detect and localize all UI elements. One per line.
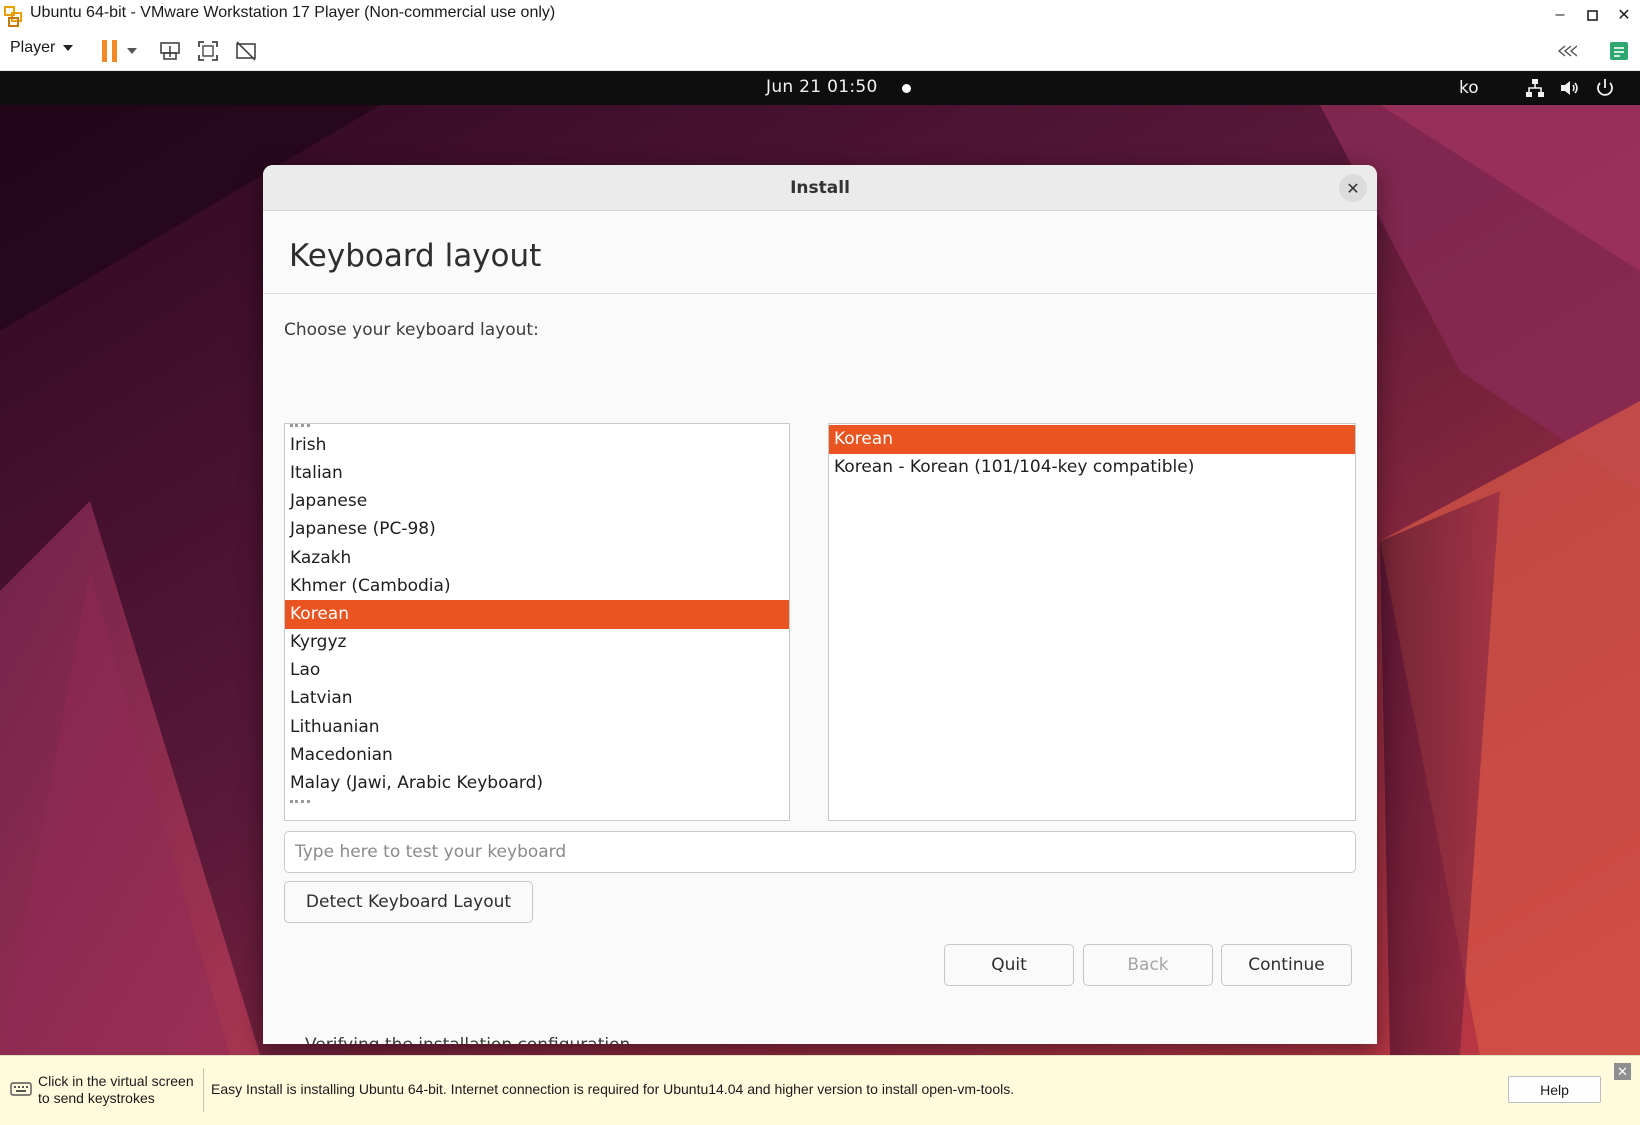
- continue-button[interactable]: Continue: [1221, 944, 1352, 986]
- vmware-title-bar: Ubuntu 64-bit - VMware Workstation 17 Pl…: [0, 0, 1640, 30]
- easy-install-message: Easy Install is installing Ubuntu 64-bit…: [211, 1081, 1015, 1097]
- network-icon[interactable]: [1523, 76, 1547, 100]
- unity-icon[interactable]: [233, 38, 259, 64]
- layout-item[interactable]: Macedonian: [285, 741, 789, 770]
- list-scroll-hint-bottom: [290, 800, 310, 803]
- power-icon[interactable]: [1593, 76, 1617, 100]
- heading-divider: [263, 293, 1377, 294]
- dialog-title: Install: [790, 178, 850, 198]
- variant-list[interactable]: Korean Korean - Korean (101/104-key compa…: [828, 423, 1356, 821]
- hint-bar-close-icon[interactable]: ✕: [1614, 1063, 1631, 1080]
- layout-item[interactable]: Lithuanian: [285, 713, 789, 742]
- dialog-header: Install ✕: [263, 165, 1377, 211]
- window-title: Ubuntu 64-bit - VMware Workstation 17 Pl…: [30, 4, 556, 21]
- variant-item[interactable]: Korean - Korean (101/104-key compatible): [829, 453, 1355, 482]
- notes-icon[interactable]: [1606, 38, 1632, 64]
- fullscreen-icon[interactable]: [195, 38, 221, 64]
- collapse-toolbar-icon[interactable]: [1554, 38, 1580, 64]
- choose-layout-label: Choose your keyboard layout:: [284, 320, 539, 340]
- list-scroll-hint-top: [290, 424, 310, 427]
- close-icon: ✕: [1346, 178, 1360, 198]
- volume-icon[interactable]: [1558, 76, 1582, 100]
- send-ctrl-alt-del-icon[interactable]: [157, 38, 183, 64]
- click-to-send-keystrokes-hint: Click in the virtual screen to send keys…: [38, 1073, 194, 1106]
- layout-item[interactable]: Italian: [285, 459, 789, 488]
- layout-item[interactable]: Kazakh: [285, 544, 789, 573]
- pause-dropdown-icon[interactable]: [125, 38, 139, 64]
- vmware-hint-bar: Click in the virtual screen to send keys…: [0, 1055, 1640, 1125]
- vmware-player-icon: [4, 6, 22, 27]
- gnome-top-bar: Jun 21 01:50 ko: [0, 71, 1640, 105]
- close-icon[interactable]: ✕: [1612, 4, 1636, 26]
- layout-item[interactable]: Latvian: [285, 684, 789, 713]
- layout-item[interactable]: Irish: [285, 431, 789, 460]
- quit-button[interactable]: Quit: [944, 944, 1074, 986]
- page-title: Keyboard layout: [289, 238, 542, 274]
- layout-item[interactable]: Japanese (PC-98): [285, 515, 789, 544]
- back-button[interactable]: Back: [1083, 944, 1213, 986]
- dialog-close-button[interactable]: ✕: [1339, 174, 1367, 202]
- detect-keyboard-layout-button[interactable]: Detect Keyboard Layout: [284, 881, 533, 923]
- variant-item-selected[interactable]: Korean: [829, 425, 1355, 454]
- chevron-right-icon: ›: [293, 1039, 299, 1044]
- notification-dot-icon: [902, 84, 911, 93]
- layout-item-selected[interactable]: Korean: [285, 599, 789, 629]
- layout-item[interactable]: Japanese: [285, 487, 789, 516]
- minimize-icon[interactable]: –: [1548, 4, 1572, 26]
- keyboard-test-input[interactable]: [284, 831, 1356, 873]
- pause-icon[interactable]: [97, 38, 123, 64]
- hint-divider: [203, 1068, 204, 1112]
- keyboard-icon: [10, 1082, 32, 1096]
- layout-item[interactable]: Lao: [285, 656, 789, 685]
- layout-list[interactable]: Irish Italian Japanese Japanese (PC-98) Kaza…: [284, 423, 790, 821]
- progress-details-toggle[interactable]: › Verifying the installation configurati…: [293, 1035, 646, 1044]
- player-menu[interactable]: Player: [10, 39, 74, 57]
- dropdown-arrow-icon: [63, 45, 74, 51]
- layout-item[interactable]: Kyrgyz: [285, 628, 789, 657]
- layout-item[interactable]: Khmer (Cambodia): [285, 572, 789, 601]
- vmware-toolbar: Player: [0, 30, 1640, 71]
- clock[interactable]: Jun 21 01:50: [766, 77, 878, 97]
- progress-status-text: Verifying the installation configuration…: [305, 1035, 646, 1044]
- layout-item[interactable]: Malay (Jawi, Arabic Keyboard): [285, 769, 789, 798]
- player-menu-label: Player: [10, 39, 56, 56]
- installer-dialog: Install ✕ Keyboard layout Choose your ke…: [263, 165, 1377, 1044]
- virtual-machine-screen[interactable]: Jun 21 01:50 ko Install ✕ Keyboard layou…: [0, 71, 1640, 1055]
- help-button[interactable]: Help: [1508, 1076, 1601, 1103]
- maximize-icon[interactable]: [1580, 4, 1604, 26]
- input-language-indicator[interactable]: ko: [1459, 78, 1479, 98]
